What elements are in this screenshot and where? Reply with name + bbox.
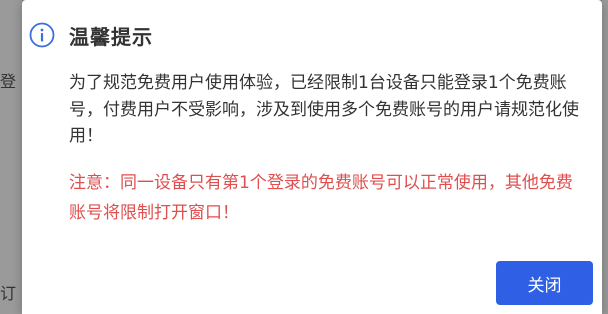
backdrop-overlay-left (0, 0, 22, 314)
warning-message: 注意：同一设备只有第1个登录的免费账号可以正常使用，其他免费账号将限制打开窗口！ (69, 172, 573, 223)
background-text-fragment: 订 (0, 284, 17, 303)
backdrop-overlay-right (602, 0, 608, 314)
info-circle-icon (29, 22, 55, 48)
notice-dialog: 温馨提示 为了规范免费用户使用体验，已经限制1台设备只能登录1个免费账号，付费用… (22, 0, 602, 314)
notice-message: 为了规范免费用户使用体验，已经限制1台设备只能登录1个免费账号，付费用户不受影响… (69, 73, 579, 146)
dialog-title: 温馨提示 (69, 24, 153, 49)
dialog-header: 温馨提示 (29, 20, 153, 50)
background-text-fragment: 登 (0, 72, 17, 91)
dialog-body: 为了规范免费用户使用体验，已经限制1台设备只能登录1个免费账号，付费用户不受影响… (69, 70, 584, 228)
close-button[interactable]: 关闭 (496, 261, 593, 305)
